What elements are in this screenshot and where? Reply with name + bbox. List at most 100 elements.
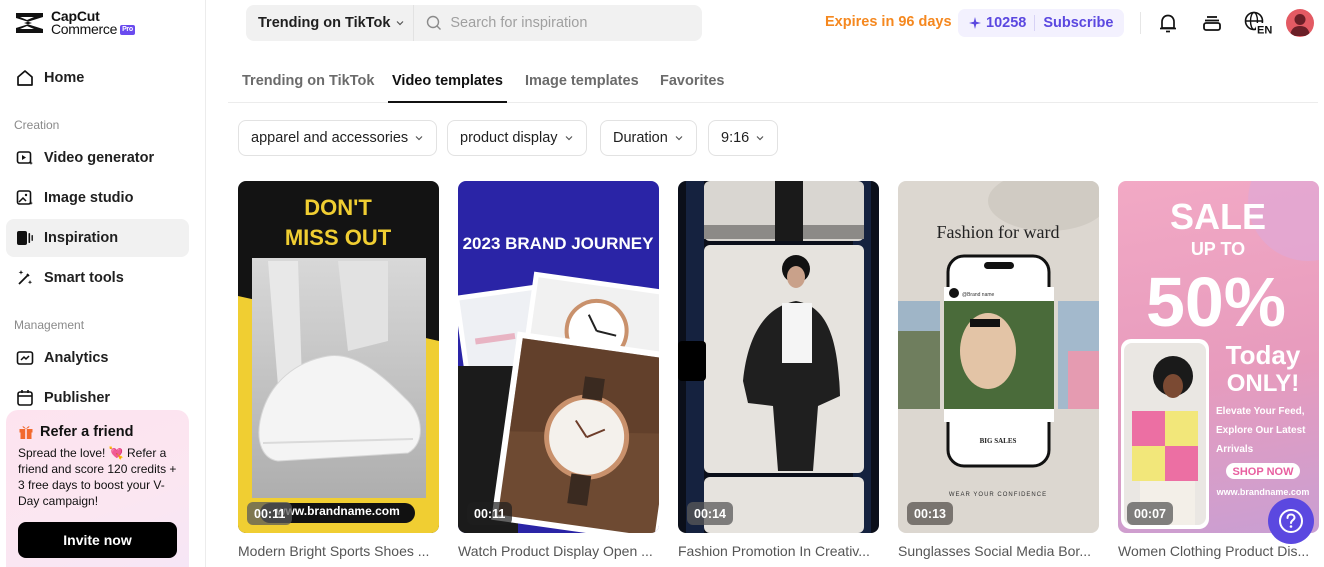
home-icon	[17, 70, 33, 86]
filter-duration-dropdown[interactable]: Duration	[600, 120, 697, 156]
chevron-down-icon	[415, 136, 423, 141]
header-divider	[1140, 12, 1141, 34]
card-only-text: ONLY!	[1227, 370, 1299, 397]
card-today-text: Today	[1226, 340, 1301, 370]
template-thumbnail[interactable]: SALE UP TO 50% Today ONLY! Elevate Your …	[1118, 181, 1319, 533]
card-handle: @Brand name	[962, 292, 995, 298]
sidebar-item-inspiration[interactable]: Inspiration	[6, 219, 189, 257]
section-label-management: Management	[14, 318, 85, 332]
filter-label: product display	[460, 130, 558, 146]
sidebar-item-smart-tools[interactable]: Smart tools	[6, 259, 189, 297]
chevron-down-icon	[565, 136, 572, 141]
user-avatar[interactable]	[1286, 9, 1314, 37]
thumbnail-artwork: Fashion for ward @Brand name BIG SALES W…	[898, 181, 1099, 498]
filter-aspect-ratio-dropdown[interactable]: 9:16	[708, 120, 779, 156]
thumbnail-artwork	[678, 181, 871, 533]
help-button[interactable]	[1268, 498, 1314, 544]
tab-trending-on-tiktok[interactable]: Trending on TikTok	[242, 73, 374, 103]
card-percent-text: 50%	[1146, 263, 1286, 341]
sidebar-item-label: Inspiration	[44, 230, 119, 246]
template-thumbnail[interactable]: 00:14	[678, 181, 879, 533]
user-icon	[1290, 14, 1310, 36]
card-cta-text: SHOP NOW	[1233, 466, 1295, 478]
card-headline: MISS OUT	[285, 225, 392, 250]
capcut-logo-icon	[16, 13, 43, 33]
duration-badge: 00:14	[687, 502, 733, 525]
magic-wand-icon	[18, 270, 33, 285]
sidebar-item-label: Analytics	[44, 350, 109, 366]
template-thumbnail[interactable]: 2023 BRAND JOURNEY 00:11	[458, 181, 659, 533]
image-sparkle-icon	[16, 190, 33, 205]
capcut-commerce-logo[interactable]: CapCut Commerce Pro	[14, 9, 135, 37]
card-upto-text: UP TO	[1191, 239, 1245, 259]
svg-text:Explore Our Latest: Explore Our Latest	[1216, 425, 1306, 436]
language-button[interactable]: EN	[1243, 10, 1275, 36]
duration-badge: 00:07	[1127, 502, 1173, 525]
sidebar-item-label: Publisher	[44, 390, 111, 406]
sidebar-item-label: Home	[44, 70, 85, 86]
search-scope-label: Trending on TikTok	[258, 15, 391, 31]
sidebar-item-label: Video generator	[44, 150, 155, 166]
invite-now-button[interactable]: Invite now	[18, 522, 177, 558]
template-card[interactable]: Fashion for ward @Brand name BIG SALES W…	[898, 181, 1099, 559]
card-headline: DON'T	[304, 195, 372, 220]
tab-video-templates[interactable]: Video templates	[388, 73, 507, 103]
template-title[interactable]: Fashion Promotion In Creativ...	[678, 543, 879, 559]
svg-text:Arrivals: Arrivals	[1216, 444, 1254, 455]
pro-badge: Pro	[120, 24, 135, 35]
subscribe-link[interactable]: Subscribe	[1043, 15, 1113, 31]
template-title[interactable]: Women Clothing Product Dis...	[1118, 543, 1319, 559]
search-input[interactable]	[450, 15, 691, 31]
card-tagline: WEAR YOUR CONFIDENCE	[949, 492, 1047, 498]
sidebar-item-analytics[interactable]: Analytics	[6, 339, 189, 377]
app-root: CapCut Commerce Pro Home Creation Video g…	[0, 0, 1324, 567]
duration-badge: 00:11	[247, 502, 293, 525]
sidebar-item-label: Image studio	[44, 190, 134, 206]
notifications-button[interactable]	[1155, 10, 1181, 36]
card-sale-text: BIG SALES	[980, 437, 1017, 445]
content-tabs: Trending on TikTok Video templates Image…	[228, 62, 1318, 103]
sidebar-item-video-generator[interactable]: Video generator	[6, 139, 189, 177]
credits-count: 10258	[986, 15, 1027, 31]
tab-image-templates[interactable]: Image templates	[525, 73, 639, 103]
search-scope-dropdown[interactable]: Trending on TikTok	[246, 5, 415, 41]
question-mark-icon	[1279, 509, 1303, 533]
sparkle-icon	[969, 17, 981, 29]
template-thumbnail[interactable]: Fashion for ward @Brand name BIG SALES W…	[898, 181, 1099, 533]
tab-favorites[interactable]: Favorites	[660, 73, 724, 103]
thumbnail-artwork: www.brandname.com DON'T MISS OUT	[238, 195, 439, 533]
credits-subscribe-pill[interactable]: 10258 Subscribe	[958, 9, 1125, 37]
template-title[interactable]: Sunglasses Social Media Bor...	[898, 543, 1099, 559]
filter-usecase-dropdown[interactable]: product display	[447, 120, 587, 156]
card-url-text: www.brandname.com	[275, 504, 400, 518]
stack-icon	[1203, 16, 1221, 31]
video-sparkle-icon	[16, 151, 33, 165]
refer-a-friend-card: Refer a friend Spread the love! 💘 Refer …	[6, 410, 189, 567]
template-card[interactable]: 00:14 Fashion Promotion In Creativ...	[678, 181, 879, 559]
template-card[interactable]: 2023 BRAND JOURNEY 00:11 Watch Product D…	[458, 181, 659, 559]
template-title[interactable]: Modern Bright Sports Shoes ...	[238, 543, 439, 559]
duration-badge: 00:13	[907, 502, 953, 525]
inspiration-icon	[17, 231, 33, 245]
section-label-creation: Creation	[14, 118, 60, 132]
refer-description: Spread the love! 💘 Refer a friend and sc…	[18, 446, 177, 508]
card-url-text: www.brandname.com	[1216, 487, 1310, 497]
template-title[interactable]: Watch Product Display Open ...	[458, 543, 659, 559]
sidebar-item-home[interactable]: Home	[6, 59, 189, 97]
sidebar: CapCut Commerce Pro Home Creation Video g…	[0, 0, 206, 567]
sidebar-item-image-studio[interactable]: Image studio	[6, 179, 189, 217]
chevron-down-icon	[675, 136, 683, 141]
template-thumbnail[interactable]: www.brandname.com DON'T MISS OUT 00:11	[238, 181, 439, 533]
projects-button[interactable]	[1199, 10, 1225, 36]
filter-label: apparel and accessories	[251, 130, 409, 146]
card-headline: Fashion for ward	[937, 222, 1060, 242]
globe-language-icon: EN	[1244, 11, 1273, 36]
template-card[interactable]: www.brandname.com DON'T MISS OUT 00:11 M…	[238, 181, 439, 559]
chevron-down-icon	[756, 136, 764, 141]
filter-category-dropdown[interactable]: apparel and accessories	[238, 120, 438, 156]
svg-text:Elevate Your Feed,: Elevate Your Feed,	[1216, 406, 1305, 417]
subscription-expiry-text[interactable]: Expires in 96 days	[825, 14, 952, 30]
thumbnail-artwork: 2023 BRAND JOURNEY	[458, 234, 659, 533]
brand-subname: Commerce	[51, 21, 118, 37]
chevron-down-icon	[396, 21, 404, 26]
